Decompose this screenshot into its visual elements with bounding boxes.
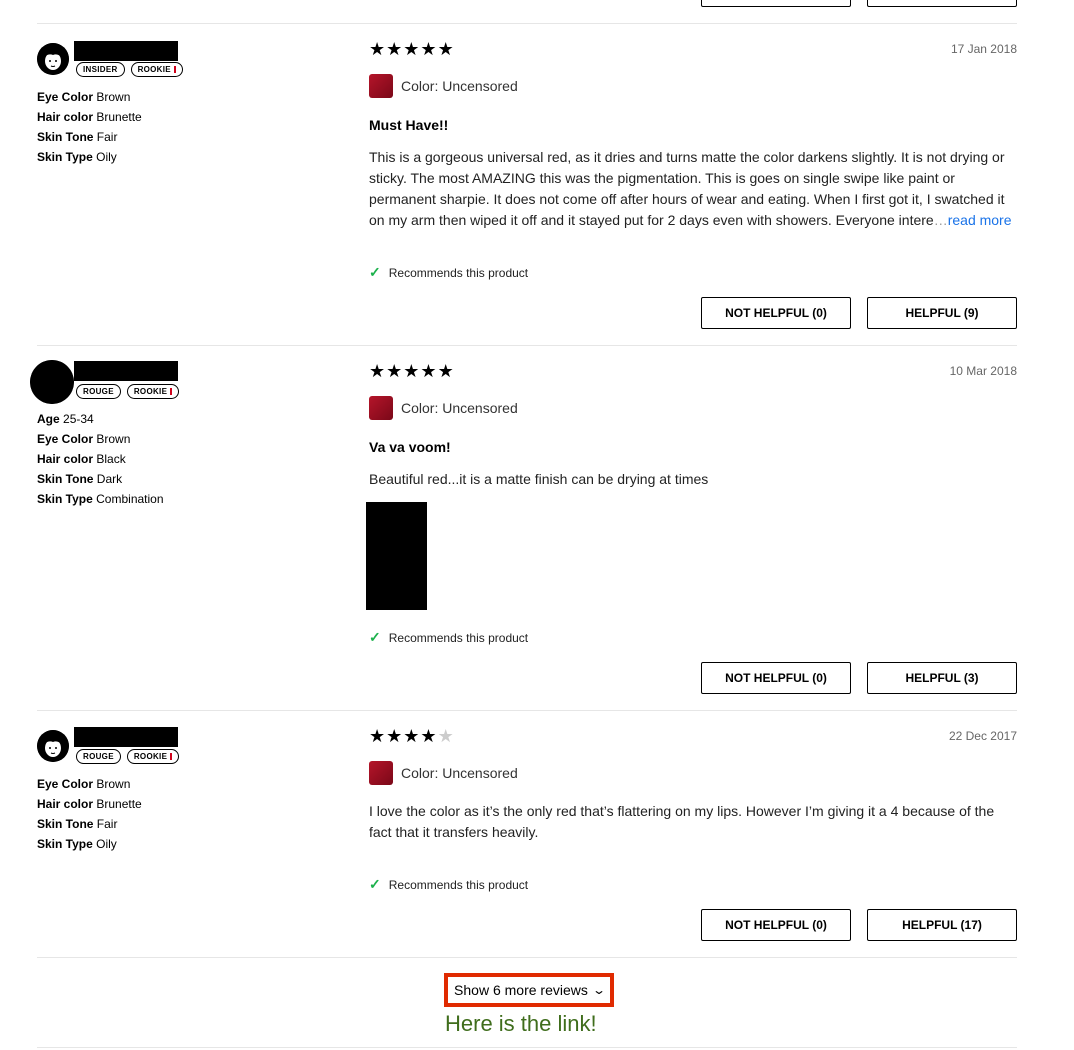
attribute-row: Age 25-34 [37,412,94,426]
helpful-button-partial[interactable] [867,0,1017,7]
star-filled-icon: ★ [437,39,454,59]
attribute-row: Eye Color Brown [37,90,131,104]
review-body: I love the color as it’s the only red th… [369,803,995,840]
review-body: This is a gorgeous universal red, as it … [369,149,1012,228]
badge-insider: INSIDER [76,62,125,77]
star-filled-icon: ★ [420,726,437,746]
reviewer-name-redacted [74,41,178,61]
check-icon: ✓ [369,876,381,892]
reviewer-name-redacted [74,361,178,381]
attribute-row: Skin Type Oily [37,150,117,164]
attribute-row: Skin Tone Dark [37,472,123,486]
star-filled-icon: ★ [386,726,403,746]
badges: INSIDER ROOKIE [76,62,183,77]
review-photo[interactable] [366,502,427,610]
color-swatch [369,761,393,785]
badge-rookie: ROOKIE [130,62,183,77]
color-swatch [369,396,393,420]
color-label: Color: Uncensored [401,765,518,781]
divider [37,957,1017,958]
divider [37,710,1017,711]
chevron-down-icon: ⌄ [591,983,606,997]
attribute-row: Hair color Black [37,452,126,466]
attribute-row: Eye Color Brown [37,432,131,446]
attribute-row: Skin Tone Fair [37,817,118,831]
avatar [37,730,69,762]
color-label: Color: Uncensored [401,78,518,94]
divider [37,345,1017,346]
star-rating: ★ ★ ★ ★ ★ [369,362,454,380]
review-date: 10 Mar 2018 [949,364,1017,378]
star-filled-icon: ★ [369,726,386,746]
helpful-button[interactable]: HELPFUL (17) [867,909,1017,941]
star-filled-icon: ★ [369,39,386,59]
review-title: Va va voom! [369,439,451,455]
star-filled-icon: ★ [420,39,437,59]
face-avatar-icon [37,730,69,762]
divider [37,23,1017,24]
star-filled-icon: ★ [437,361,454,381]
reviewer-attributes: Eye Color Brown Hair color Brunette Skin… [37,774,142,854]
badge-rookie: ROOKIE [126,749,180,764]
attribute-row: Skin Type Oily [37,837,117,851]
not-helpful-button[interactable]: NOT HELPFUL (0) [701,662,851,694]
star-filled-icon: ★ [403,361,420,381]
badge-rouge: ROUGE [76,384,121,399]
recommends: ✓ Recommends this product [369,264,529,280]
badge-rookie: ROOKIE [126,384,180,399]
check-icon: ✓ [369,264,381,280]
avatar [30,360,74,404]
reviewer-name-redacted [74,727,178,747]
color-label: Color: Uncensored [401,400,518,416]
reviewer-attributes: Eye Color Brown Hair color Brunette Skin… [37,87,142,167]
star-rating: ★ ★ ★ ★ ★ [369,727,454,745]
color-swatch [369,74,393,98]
attribute-row: Hair color Brunette [37,797,142,811]
show-more-label: Show 6 more reviews [454,982,588,998]
badges: ROUGE ROOKIE [76,749,180,764]
annotation-text: Here is the link! [445,1011,597,1036]
face-avatar-icon [37,43,69,75]
badge-rouge: ROUGE [76,749,121,764]
review-date: 17 Jan 2018 [950,42,1017,56]
star-filled-icon: ★ [386,361,403,381]
recommends: ✓ Recommends this product [369,629,529,645]
review-title: Must Have!! [369,117,449,133]
show-more-reviews-link[interactable]: Show 6 more reviews ⌄ [444,973,614,1007]
star-empty-icon: ★ [437,726,454,746]
divider [37,1047,1017,1048]
not-helpful-button[interactable]: NOT HELPFUL (0) [701,909,851,941]
not-helpful-button-partial[interactable] [701,0,851,7]
attribute-row: Skin Tone Fair [37,130,118,144]
helpful-button[interactable]: HELPFUL (3) [867,662,1017,694]
not-helpful-button[interactable]: NOT HELPFUL (0) [701,297,851,329]
attribute-row: Skin Type Combination [37,492,164,506]
star-rating: ★ ★ ★ ★ ★ [369,40,454,58]
star-filled-icon: ★ [403,726,420,746]
review-date: 22 Dec 2017 [948,729,1017,743]
recommends: ✓ Recommends this product [369,876,529,892]
star-filled-icon: ★ [420,361,437,381]
helpful-button[interactable]: HELPFUL (9) [867,297,1017,329]
avatar [37,43,69,75]
star-filled-icon: ★ [403,39,420,59]
star-filled-icon: ★ [369,361,386,381]
star-filled-icon: ★ [386,39,403,59]
solid-avatar-icon [30,360,74,404]
badges: ROUGE ROOKIE [76,384,180,399]
reviewer-attributes: Age 25-34 Eye Color Brown Hair color Bla… [37,409,164,509]
review-body: Beautiful red...it is a matte finish can… [369,471,709,487]
attribute-row: Hair color Brunette [37,110,142,124]
attribute-row: Eye Color Brown [37,777,131,791]
check-icon: ✓ [369,629,381,645]
read-more-link[interactable]: read more [948,212,1012,228]
